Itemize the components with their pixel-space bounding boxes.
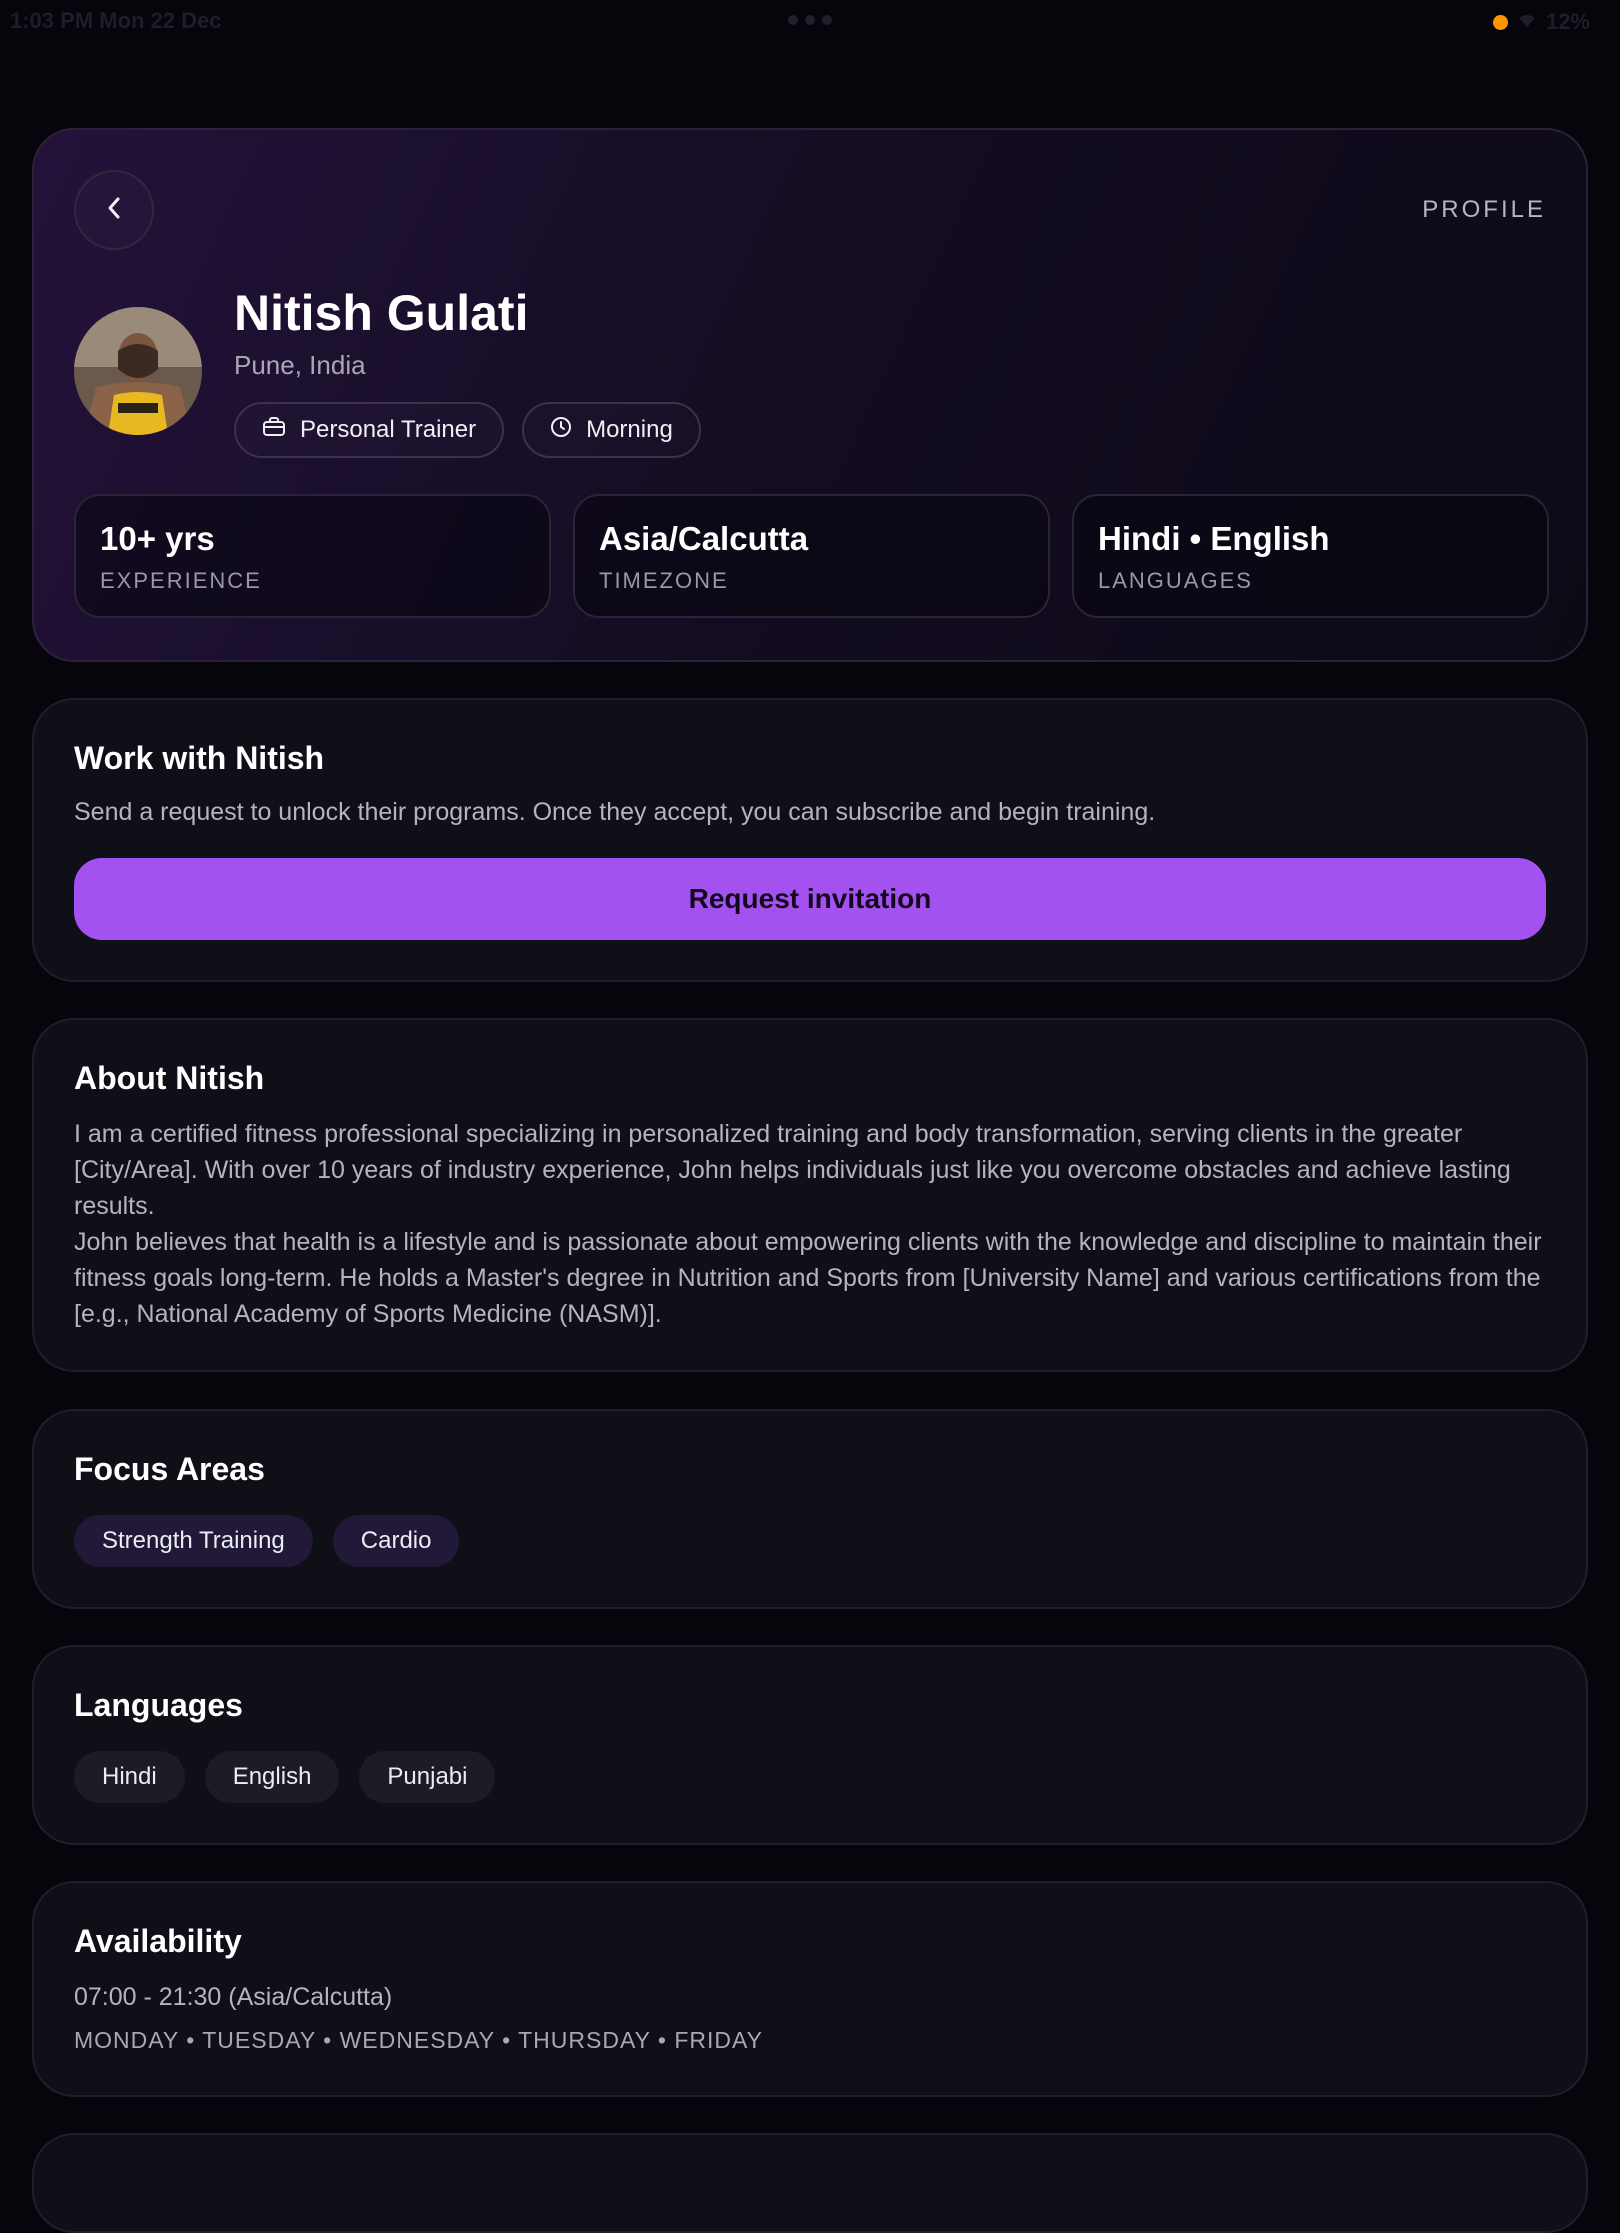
stat-timezone: Asia/Calcutta TIMEZONE [573,494,1050,618]
work-with-card: Work with Nitish Send a request to unloc… [32,698,1588,982]
availability-days: MONDAY • TUESDAY • WEDNESDAY • THURSDAY … [74,2027,763,2053]
status-indicators: 12% [1492,9,1590,35]
focus-areas-card: Focus Areas Strength Training Cardio [32,1409,1588,1609]
chevron-left-icon [103,193,125,228]
briefcase-icon [262,416,286,445]
profile-hero-card: PROFILE Nitish Gulati Pune, India Person… [32,128,1588,662]
focus-areas-list: Strength Training Cardio [74,1515,460,1567]
battery-percent: 12% [1545,9,1590,34]
stat-languages: Hindi • English LANGUAGES [1072,494,1549,618]
page-title: PROFILE [1422,196,1546,223]
about-paragraph-1: I am a certified fitness professional sp… [74,1120,1511,1220]
trainer-name: Nitish Gulati [234,285,529,341]
chip-role: Personal Trainer [234,402,505,458]
recording-indicator-icon [1492,14,1508,30]
wifi-icon [1516,11,1538,34]
back-button[interactable] [74,170,154,250]
stat-value: Hindi • English [1098,520,1330,557]
clock-icon [550,416,572,445]
profile-chips: Personal Trainer Morning [234,402,701,458]
stat-label: TIMEZONE [599,568,729,593]
work-with-description: Send a request to unlock their programs.… [74,798,1156,826]
stats-row: 10+ yrs EXPERIENCE Asia/Calcutta TIMEZON… [74,494,1549,618]
status-bar: 1:03 PM Mon 22 Dec 12% [0,0,1620,42]
about-paragraph-2: John believes that health is a lifestyle… [74,1228,1542,1328]
availability-hours: 07:00 - 21:30 (Asia/Calcutta) [74,1983,393,2011]
request-invitation-button[interactable]: Request invitation [74,858,1546,940]
status-time: 1:03 PM Mon 22 Dec [10,8,222,33]
languages-list: Hindi English Punjabi [74,1751,496,1803]
language-tag: Punjabi [359,1751,496,1803]
work-with-title: Work with Nitish [74,740,325,776]
chip-role-label: Personal Trainer [300,416,477,443]
multitasking-dots[interactable] [788,15,832,25]
availability-title: Availability [74,1923,242,1959]
chip-time-preference: Morning [522,402,701,458]
focus-areas-title: Focus Areas [74,1451,265,1487]
language-tag: Hindi [74,1751,185,1803]
language-tag: English [204,1751,340,1803]
next-section-card [32,2133,1588,2233]
chip-time-label: Morning [586,416,673,443]
stat-label: LANGUAGES [1098,568,1253,593]
stat-value: Asia/Calcutta [599,520,809,557]
languages-card: Languages Hindi English Punjabi [32,1645,1588,1845]
stat-label: EXPERIENCE [100,568,262,593]
stat-value: 10+ yrs [100,520,215,557]
availability-card: Availability 07:00 - 21:30 (Asia/Calcutt… [32,1881,1588,2097]
about-title: About Nitish [74,1060,265,1096]
focus-area-tag: Strength Training [74,1515,313,1567]
stat-experience: 10+ yrs EXPERIENCE [74,494,551,618]
languages-title: Languages [74,1687,243,1723]
trainer-location: Pune, India [234,350,366,380]
about-card: About Nitish I am a certified fitness pr… [32,1018,1588,1372]
avatar [74,307,202,435]
focus-area-tag: Cardio [332,1515,460,1567]
